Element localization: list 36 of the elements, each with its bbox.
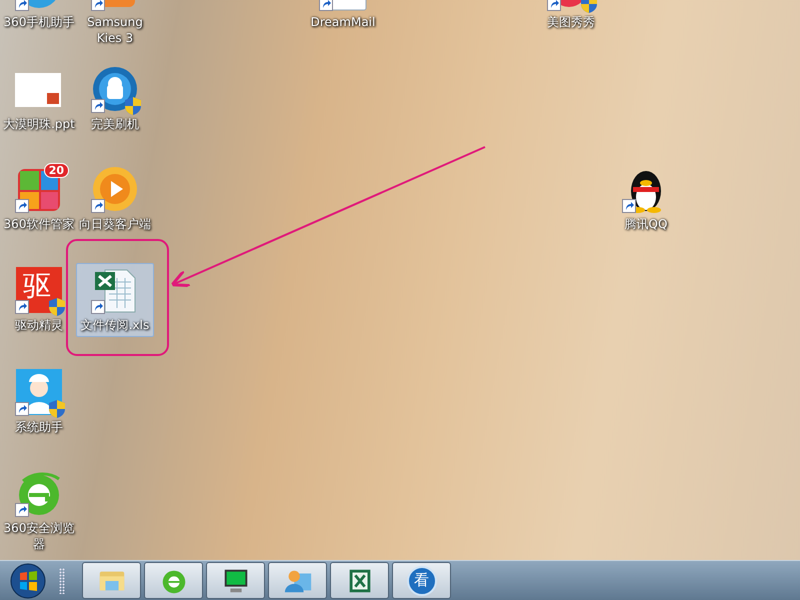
taskbar-button[interactable]: 看: [392, 562, 451, 599]
start-button[interactable]: [8, 562, 48, 600]
desktop-icon[interactable]: 完美刷机: [76, 62, 154, 136]
icon-label: 美图秀秀: [547, 14, 595, 30]
icon-label: 360安全浏览器: [2, 520, 76, 552]
desktop-icon[interactable]: 向日葵客户端: [76, 162, 154, 236]
desktop-icon[interactable]: 360手机助手: [0, 0, 78, 34]
reader-app-icon: 看: [406, 566, 436, 596]
icon-label: 360软件管家: [4, 216, 74, 232]
desktop-icon[interactable]: 360安全浏览器: [0, 466, 78, 556]
icon-label: 文件传阅.xls: [80, 317, 150, 333]
taskbar-button[interactable]: [330, 562, 389, 599]
taskbar-button[interactable]: [144, 562, 203, 599]
icon-label: 向日葵客户端: [79, 216, 151, 232]
desktop-icon[interactable]: 腾讯QQ: [607, 162, 685, 236]
glyph-text: 驱: [23, 272, 51, 300]
taskbar-button[interactable]: [206, 562, 265, 599]
icon-label: 大漠明珠.ppt: [3, 116, 75, 132]
icon-label: DreamMail: [310, 14, 376, 30]
icon-label: 腾讯QQ: [624, 216, 668, 232]
desktop-icon[interactable]: 系统助手: [0, 365, 78, 439]
icon-label: 完美刷机: [91, 116, 139, 132]
taskbar-button[interactable]: [82, 562, 141, 599]
taskbar-button[interactable]: [268, 562, 327, 599]
desktop-icon[interactable]: 驱 驱动精灵: [0, 263, 78, 337]
desktop-icon[interactable]: 20 360软件管家: [0, 162, 78, 236]
desktop-icon[interactable]: DreamMail: [304, 0, 382, 34]
taskbar-grip[interactable]: [59, 568, 65, 594]
desktop-icon[interactable]: 大漠明珠.ppt: [0, 62, 78, 136]
desktop-icon[interactable]: Samsung Kies 3: [76, 0, 154, 50]
icon-label: 驱动精灵: [15, 317, 63, 333]
desktop-icon[interactable]: 美图秀秀: [532, 0, 610, 34]
icon-label: 360手机助手: [4, 14, 74, 30]
icon-label: Samsung Kies 3: [86, 14, 144, 46]
desktop-icon[interactable]: 文件传阅.xls: [76, 263, 154, 337]
icon-label: 系统助手: [15, 419, 63, 435]
